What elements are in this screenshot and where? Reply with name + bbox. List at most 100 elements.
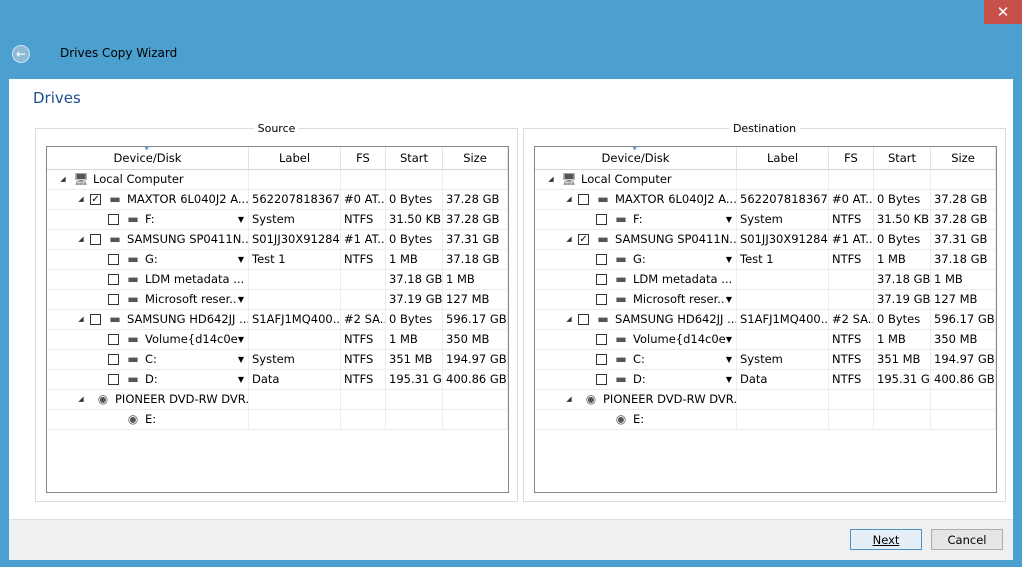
source-drive-tree[interactable]: Device/Disk Label FS Start Size ▼ ◢ 🖥 Local Comp… (46, 146, 509, 493)
select-checkbox[interactable] (90, 314, 101, 325)
tree-row[interactable]: ▬ Volume{d14c0e...▼ NTFS1 MB350 MB (47, 330, 508, 350)
tree-row[interactable]: ◢ ▬ SAMSUNG HD642JJ ... S1AFJ1MQ400... #2 SA… (47, 310, 508, 330)
select-checkbox[interactable] (108, 354, 119, 365)
dropdown-arrow-icon[interactable]: ▼ (238, 370, 248, 389)
page-title: Drives (33, 89, 81, 107)
expand-arrow-icon[interactable]: ◢ (76, 310, 86, 329)
fs-cell: NTFS (829, 350, 874, 369)
tree-row[interactable]: ▬ F: ▼ System NTFS 31.50 KB 37.28 GB (535, 210, 996, 230)
dropdown-arrow-icon[interactable]: ▼ (726, 250, 736, 269)
tree-row[interactable]: ◢ ✓ ▬ MAXTOR 6L040J2 A... 562207818367 #0 AT.… (47, 190, 508, 210)
tree-row[interactable]: ▬ LDM metadata ... 37.18 GB 1 MB (47, 270, 508, 290)
tree-row[interactable]: ◢ ◉ PIONEER DVD-RW DVR... (47, 390, 508, 410)
tree-row[interactable]: ◢ 🖥 Local Computer (535, 170, 996, 190)
tree-row[interactable]: ▬ G: ▼ Test 1 NTFS 1 MB 37.18 GB (535, 250, 996, 270)
expand-arrow-icon[interactable]: ◢ (76, 390, 86, 409)
select-checkbox[interactable] (596, 354, 607, 365)
close-button[interactable]: ✕ (984, 0, 1022, 24)
expand-arrow-icon[interactable]: ◢ (76, 190, 86, 209)
select-checkbox[interactable] (596, 254, 607, 265)
dropdown-arrow-icon[interactable]: ▼ (726, 210, 736, 229)
size-cell: 350 MB (443, 330, 508, 349)
expand-arrow-icon[interactable]: ◢ (546, 170, 556, 189)
column-header-label[interactable]: Label (249, 147, 341, 169)
dropdown-arrow-icon[interactable]: ▼ (238, 350, 248, 369)
column-header-size[interactable]: Size (443, 147, 508, 169)
dropdown-arrow-icon[interactable]: ▼ (238, 330, 248, 349)
expand-arrow-icon[interactable]: ◢ (564, 230, 574, 249)
hard-disk-icon: ▬ (109, 312, 121, 326)
dropdown-arrow-icon[interactable]: ▼ (238, 210, 248, 229)
tree-row[interactable]: ▬ LDM metadata ... 37.18 GB 1 MB (535, 270, 996, 290)
tree-row[interactable]: ◢ ✓ ▬ SAMSUNG SP0411N... S01JJ30X912841 #1 AT… (535, 230, 996, 250)
expand-arrow-icon[interactable]: ◢ (564, 310, 574, 329)
dropdown-arrow-icon[interactable]: ▼ (726, 350, 736, 369)
tree-row[interactable]: ▬ G: ▼ Test 1 NTFS 1 MB 37.18 GB (47, 250, 508, 270)
expand-arrow-icon[interactable]: ◢ (58, 170, 68, 189)
device-cell: ▬ Microsoft reser... ▼ (47, 290, 249, 309)
select-checkbox[interactable] (108, 274, 119, 285)
device-name: F: (633, 212, 643, 226)
tree-row[interactable]: ▬ D: ▼DataNTFS195.31 GB400.86 GB (47, 370, 508, 390)
dropdown-arrow-icon[interactable]: ▼ (238, 290, 248, 309)
column-header-fs[interactable]: FS (829, 147, 874, 169)
device-cell: ◉ E: (535, 410, 737, 429)
tree-row[interactable]: ◢ 🖥 Local Computer (47, 170, 508, 190)
dropdown-arrow-icon[interactable]: ▼ (726, 330, 736, 349)
dropdown-arrow-icon[interactable]: ▼ (238, 250, 248, 269)
tree-row[interactable]: ◉ E: (47, 410, 508, 430)
tree-row[interactable]: ▬ Microsoft reser... ▼ 37.19 GB 127 MB (47, 290, 508, 310)
destination-drive-tree[interactable]: Device/Disk Label FS Start Size ▼ ◢ 🖥 Local Comp… (534, 146, 997, 493)
expand-arrow-icon[interactable]: ◢ (564, 190, 574, 209)
cancel-button[interactable]: Cancel (931, 529, 1003, 550)
tree-row[interactable]: ◢ ▬ MAXTOR 6L040J2 A... 562207818367 #0 AT..… (535, 190, 996, 210)
column-header-start[interactable]: Start (874, 147, 931, 169)
partition-icon: ▬ (127, 292, 139, 306)
column-header-size[interactable]: Size (931, 147, 996, 169)
tree-row[interactable]: ◢ ◉ PIONEER DVD-RW DVR... (535, 390, 996, 410)
column-header-start[interactable]: Start (386, 147, 443, 169)
device-name: MAXTOR 6L040J2 A... (127, 192, 248, 206)
select-checkbox[interactable] (596, 294, 607, 305)
size-cell: 596.17 GB (443, 310, 508, 329)
back-button[interactable]: ← (12, 45, 30, 63)
tree-row[interactable]: ▬ C: ▼ System NTFS 351 MB 194.97 GB (535, 350, 996, 370)
tree-row[interactable]: ▬ C: ▼ System NTFS 351 MB 194.97 GB (47, 350, 508, 370)
tree-row[interactable]: ◢ ▬ SAMSUNG SP0411N... S01JJ30X912841 #1 AT.… (47, 230, 508, 250)
tree-row[interactable]: ▬ D: ▼DataNTFS195.31 GB400.86 GB (535, 370, 996, 390)
select-checkbox[interactable] (596, 214, 607, 225)
select-checkbox[interactable] (578, 194, 589, 205)
select-checkbox[interactable] (90, 234, 101, 245)
select-checkbox[interactable] (108, 334, 119, 345)
select-checkbox[interactable] (108, 294, 119, 305)
select-checkbox[interactable] (108, 254, 119, 265)
tree-row[interactable]: ◢ ▬ SAMSUNG HD642JJ ... S1AFJ1MQ400... #2 SA… (535, 310, 996, 330)
dropdown-arrow-icon[interactable]: ▼ (726, 290, 736, 309)
select-checkbox[interactable] (596, 334, 607, 345)
fs-cell: #2 SA... (829, 310, 874, 329)
device-name: LDM metadata ... (633, 272, 733, 286)
partition-icon: ▬ (127, 212, 139, 226)
tree-row[interactable]: ▬ Microsoft reser... ▼ 37.19 GB 127 MB (535, 290, 996, 310)
select-checkbox[interactable]: ✓ (578, 234, 589, 245)
size-cell: 1 MB (443, 270, 508, 289)
start-cell: 37.19 GB (386, 290, 443, 309)
column-header-fs[interactable]: FS (341, 147, 386, 169)
select-checkbox[interactable]: ✓ (90, 194, 101, 205)
tree-row[interactable]: ▬ F: ▼ System NTFS 31.50 KB 37.28 GB (47, 210, 508, 230)
dropdown-arrow-icon[interactable]: ▼ (726, 370, 736, 389)
expand-arrow-icon[interactable]: ◢ (76, 230, 86, 249)
select-checkbox[interactable] (108, 374, 119, 385)
hard-disk-icon: ▬ (109, 192, 121, 206)
next-button[interactable]: Next (850, 529, 922, 550)
column-header-label[interactable]: Label (737, 147, 829, 169)
tree-row[interactable]: ◉ E: (535, 410, 996, 430)
tree-row[interactable]: ▬ Volume{d14c0e...▼ NTFS1 MB350 MB (535, 330, 996, 350)
expand-arrow-icon[interactable]: ◢ (564, 390, 574, 409)
close-icon: ✕ (996, 3, 1010, 21)
device-cell: ◢ ▬ SAMSUNG SP0411N... (47, 230, 249, 249)
select-checkbox[interactable] (596, 374, 607, 385)
select-checkbox[interactable] (108, 214, 119, 225)
select-checkbox[interactable] (596, 274, 607, 285)
select-checkbox[interactable] (578, 314, 589, 325)
